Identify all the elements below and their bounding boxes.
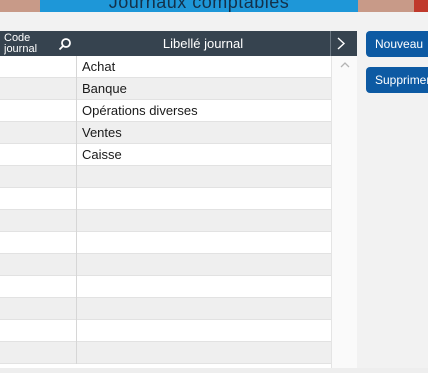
grid-header: Code journal Libellé journal: [0, 31, 357, 56]
chevron-up-icon[interactable]: [340, 61, 350, 69]
cell-code: [0, 56, 77, 78]
new-button[interactable]: Nouveau: [366, 31, 428, 57]
cell-code: [0, 232, 77, 254]
cell-label: [82, 276, 327, 298]
table-row[interactable]: [0, 188, 331, 210]
table-row[interactable]: [0, 342, 331, 364]
bottom-band: [0, 368, 428, 373]
cell-code: [0, 342, 77, 364]
table-row[interactable]: [0, 232, 331, 254]
cell-label: [82, 210, 327, 232]
cell-label: [82, 188, 327, 210]
cell-code: [0, 276, 77, 298]
cell-label: Ventes: [82, 125, 122, 140]
cell-code: [0, 166, 77, 188]
delete-button[interactable]: Supprimer: [366, 67, 428, 93]
cell-code: [0, 210, 77, 232]
cell-code: [0, 122, 77, 144]
window-title: Journaux comptables: [40, 0, 358, 12]
table-row[interactable]: [0, 276, 331, 298]
cell-code: [0, 100, 77, 122]
cell-code: [0, 254, 77, 276]
table-row[interactable]: [0, 254, 331, 276]
cell-code: [0, 144, 77, 166]
journals-grid: Code journal Libellé journal Achat Banque…: [0, 31, 357, 371]
close-button[interactable]: [414, 0, 428, 12]
cell-label: [82, 254, 327, 276]
table-row[interactable]: [0, 210, 331, 232]
table-row[interactable]: [0, 320, 331, 342]
cell-label: [82, 342, 327, 364]
vertical-scrollbar[interactable]: [331, 56, 357, 371]
cell-code: [0, 298, 77, 320]
table-row[interactable]: Achat: [0, 56, 331, 78]
cell-label: Banque: [82, 81, 127, 96]
cell-label: [82, 232, 327, 254]
column-header-label[interactable]: Libellé journal: [78, 31, 328, 56]
search-icon[interactable]: [58, 37, 72, 51]
cell-code: [0, 78, 77, 100]
grid-rows: Achat Banque Opérations diverses Ventes Cais…: [0, 56, 331, 364]
table-row[interactable]: Caisse: [0, 144, 331, 166]
table-row[interactable]: Banque: [0, 78, 331, 100]
cell-label: Achat: [82, 59, 116, 74]
cell-label: [82, 166, 327, 188]
table-row[interactable]: [0, 166, 331, 188]
column-header-code[interactable]: Code journal: [4, 33, 52, 55]
cell-label: Caisse: [82, 147, 122, 162]
cell-label: Opérations diverses: [82, 103, 198, 118]
chevron-right-icon[interactable]: [334, 35, 348, 52]
table-row[interactable]: [0, 298, 331, 320]
cell-label: [82, 320, 327, 342]
cell-code: [0, 320, 77, 342]
header-divider: [330, 31, 331, 56]
cell-label: [82, 298, 327, 320]
cell-code: [0, 188, 77, 210]
table-row[interactable]: Ventes: [0, 122, 331, 144]
table-row[interactable]: Opérations diverses: [0, 100, 331, 122]
